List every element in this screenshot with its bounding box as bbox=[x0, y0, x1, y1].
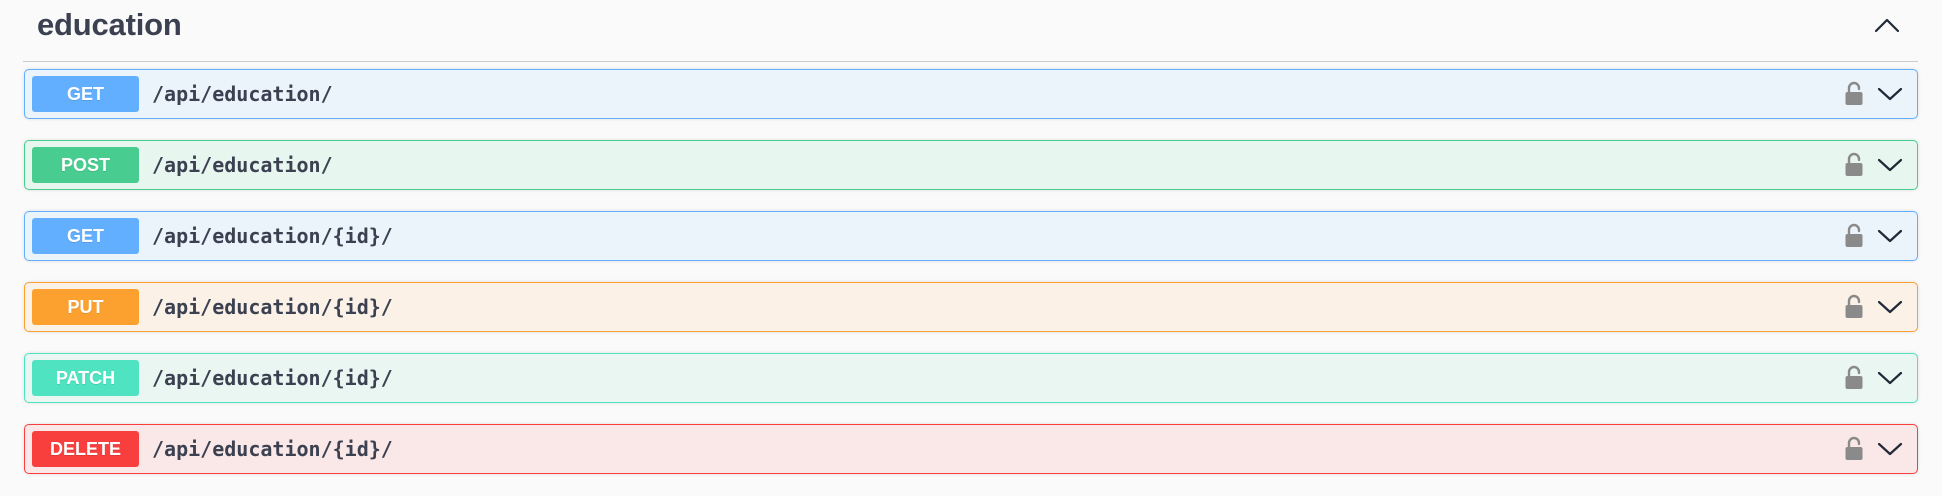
operation-row[interactable]: PUT /api/education/{id}/ bbox=[24, 282, 1918, 332]
operation-row[interactable]: POST /api/education/ bbox=[24, 140, 1918, 190]
operation-row[interactable]: PATCH /api/education/{id}/ bbox=[24, 353, 1918, 403]
chevron-down-icon[interactable] bbox=[1875, 222, 1905, 250]
operation-path: /api/education/{id}/ bbox=[152, 437, 393, 461]
section-title: education bbox=[37, 6, 182, 42]
lock-icon[interactable] bbox=[1843, 151, 1865, 179]
operation-path: /api/education/{id}/ bbox=[152, 366, 393, 390]
lock-icon[interactable] bbox=[1843, 222, 1865, 250]
operation-row[interactable]: GET /api/education/ bbox=[24, 69, 1918, 119]
chevron-down-icon[interactable] bbox=[1875, 293, 1905, 321]
method-badge: GET bbox=[32, 76, 139, 112]
method-badge: GET bbox=[32, 218, 139, 254]
method-badge: DELETE bbox=[32, 431, 139, 467]
lock-icon[interactable] bbox=[1843, 293, 1865, 321]
operation-row[interactable]: DELETE /api/education/{id}/ bbox=[24, 424, 1918, 474]
operation-path: /api/education/{id}/ bbox=[152, 224, 393, 248]
method-badge: PUT bbox=[32, 289, 139, 325]
lock-icon[interactable] bbox=[1843, 80, 1865, 108]
operation-path: /api/education/{id}/ bbox=[152, 295, 393, 319]
lock-icon[interactable] bbox=[1843, 364, 1865, 392]
method-badge: POST bbox=[32, 147, 139, 183]
chevron-down-icon[interactable] bbox=[1875, 435, 1905, 463]
operations-list: GET /api/education/ POST /api/education/… bbox=[24, 69, 1918, 495]
operation-row[interactable]: GET /api/education/{id}/ bbox=[24, 211, 1918, 261]
operation-path: /api/education/ bbox=[152, 153, 333, 177]
chevron-down-icon[interactable] bbox=[1875, 80, 1905, 108]
tag-section-education: education GET /api/education/ POST /api/… bbox=[0, 0, 1942, 496]
method-badge: PATCH bbox=[32, 360, 139, 396]
section-header[interactable]: education bbox=[23, 0, 1918, 62]
chevron-down-icon[interactable] bbox=[1875, 151, 1905, 179]
chevron-up-icon[interactable] bbox=[1864, 2, 1910, 48]
lock-icon[interactable] bbox=[1843, 435, 1865, 463]
operation-path: /api/education/ bbox=[152, 82, 333, 106]
chevron-down-icon[interactable] bbox=[1875, 364, 1905, 392]
